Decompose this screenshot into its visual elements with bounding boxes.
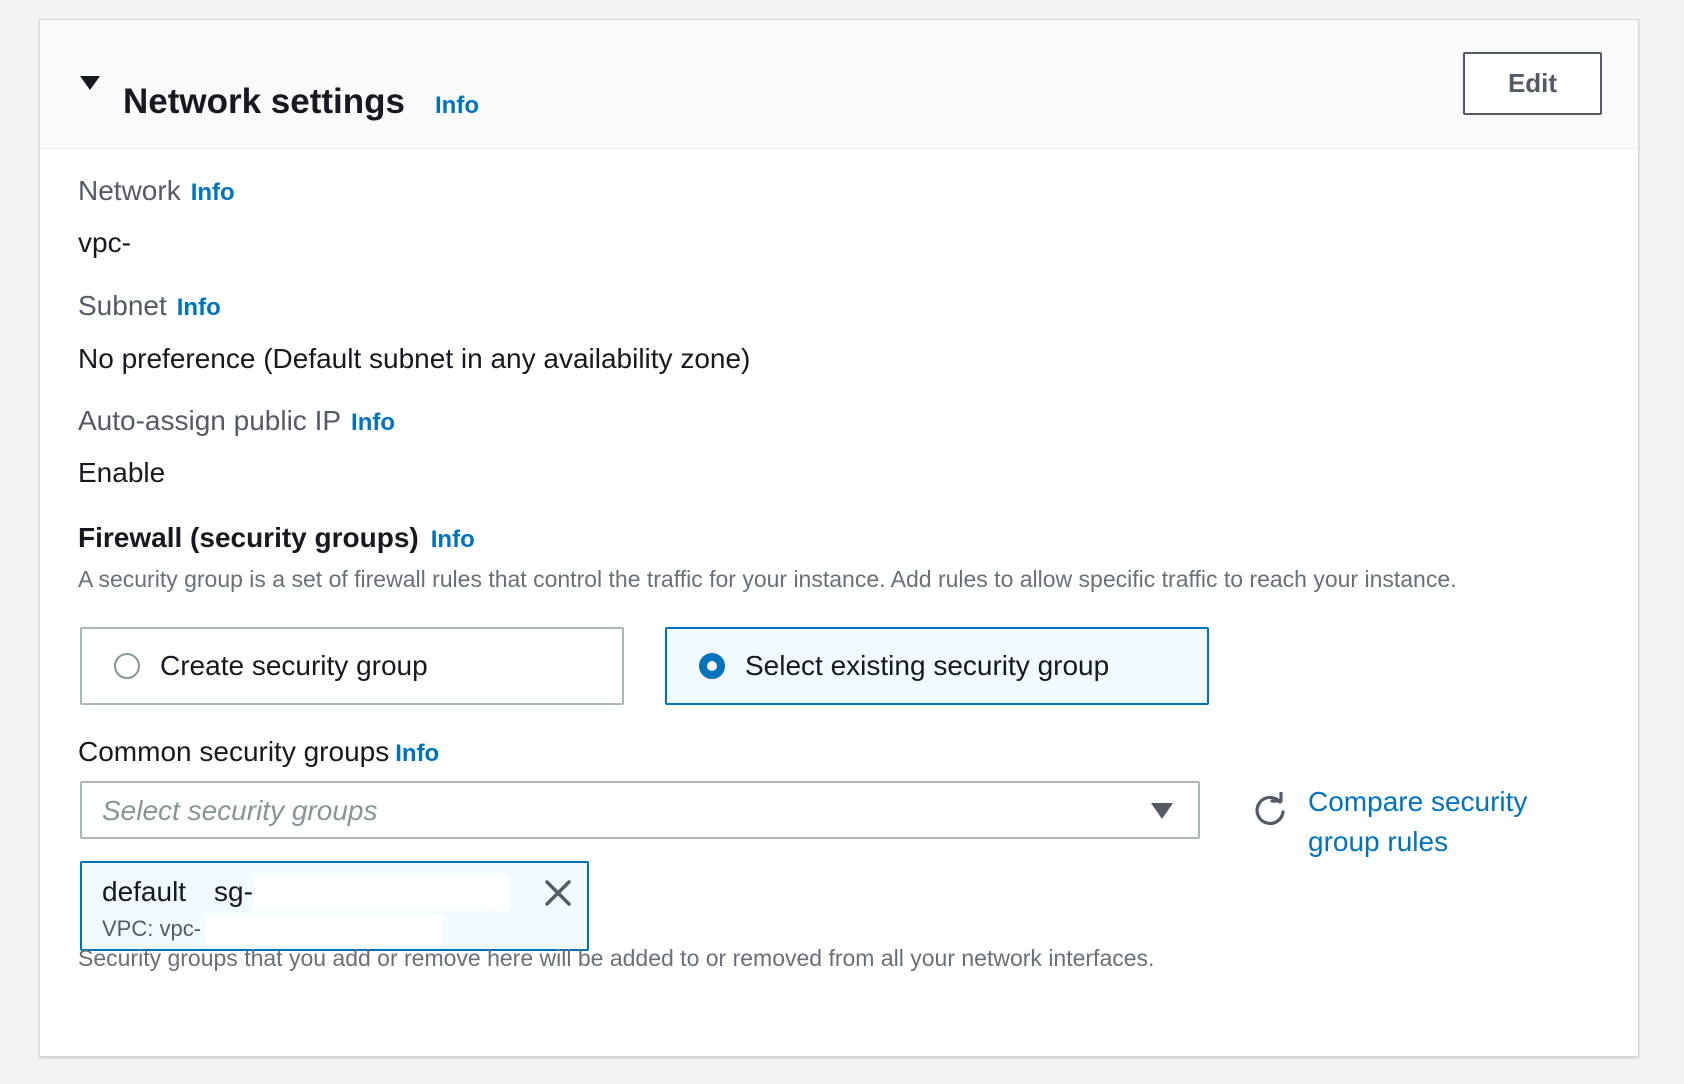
network-field-label: Network Info <box>78 174 235 210</box>
firewall-description: A security group is a set of firewall ru… <box>78 566 1457 592</box>
network-info-link[interactable]: Info <box>191 179 235 206</box>
subnet-field-label: Subnet Info <box>78 289 221 325</box>
select-existing-security-group-option[interactable]: Select existing security group <box>665 627 1209 705</box>
security-groups-select[interactable]: Select security groups <box>80 781 1200 839</box>
refresh-icon[interactable] <box>1252 792 1288 828</box>
firewall-info-link[interactable]: Info <box>431 526 475 553</box>
common-security-groups-label: Common security groups <box>78 736 390 767</box>
subnet-info-link[interactable]: Info <box>177 294 221 321</box>
close-icon[interactable] <box>542 877 574 909</box>
subnet-value: No preference (Default subnet in any ava… <box>78 343 751 374</box>
security-group-id: sg- <box>214 876 253 907</box>
network-label: Network <box>78 175 181 206</box>
security-groups-note: Security groups that you add or remove h… <box>78 945 1155 971</box>
compare-security-group-rules-link[interactable]: Compare security group rules <box>1308 782 1568 862</box>
common-security-groups-heading: Common security groups Info <box>78 735 439 771</box>
panel-title: Network settings <box>123 82 405 121</box>
public-ip-value: Enable <box>78 457 166 488</box>
security-group-vpc: VPC: vpc- <box>102 916 202 941</box>
public-ip-label: Auto-assign public IP <box>78 405 342 436</box>
network-value: vpc- <box>78 227 131 258</box>
network-settings-panel: Network settings Info Edit Network Info v… <box>39 19 1639 1057</box>
edit-button[interactable]: Edit <box>1463 52 1602 115</box>
public-ip-field-label: Auto-assign public IP Info <box>78 404 395 440</box>
redaction-mask <box>253 875 510 911</box>
caret-down-icon[interactable] <box>78 72 102 96</box>
security-group-name: default <box>102 876 187 907</box>
firewall-heading: Firewall (security groups) Info <box>78 521 475 557</box>
header-info-link[interactable]: Info <box>435 92 479 120</box>
radio-unchecked-icon[interactable] <box>114 653 140 679</box>
security-groups-placeholder: Select security groups <box>102 795 378 826</box>
select-existing-security-group-label: Select existing security group <box>745 650 1110 681</box>
panel-header: Network settings Info Edit <box>40 20 1638 149</box>
caret-down-icon[interactable] <box>1150 801 1174 821</box>
common-security-groups-info-link[interactable]: Info <box>395 740 439 767</box>
create-security-group-label: Create security group <box>160 650 428 681</box>
firewall-title: Firewall (security groups) <box>78 522 419 553</box>
create-security-group-option[interactable]: Create security group <box>80 627 624 705</box>
redaction-mask <box>205 915 443 945</box>
subnet-label: Subnet <box>78 290 167 321</box>
radio-checked-icon[interactable] <box>699 653 725 679</box>
selected-security-group-token: default sg- VPC: vpc- <box>80 861 589 951</box>
public-ip-info-link[interactable]: Info <box>351 409 395 436</box>
